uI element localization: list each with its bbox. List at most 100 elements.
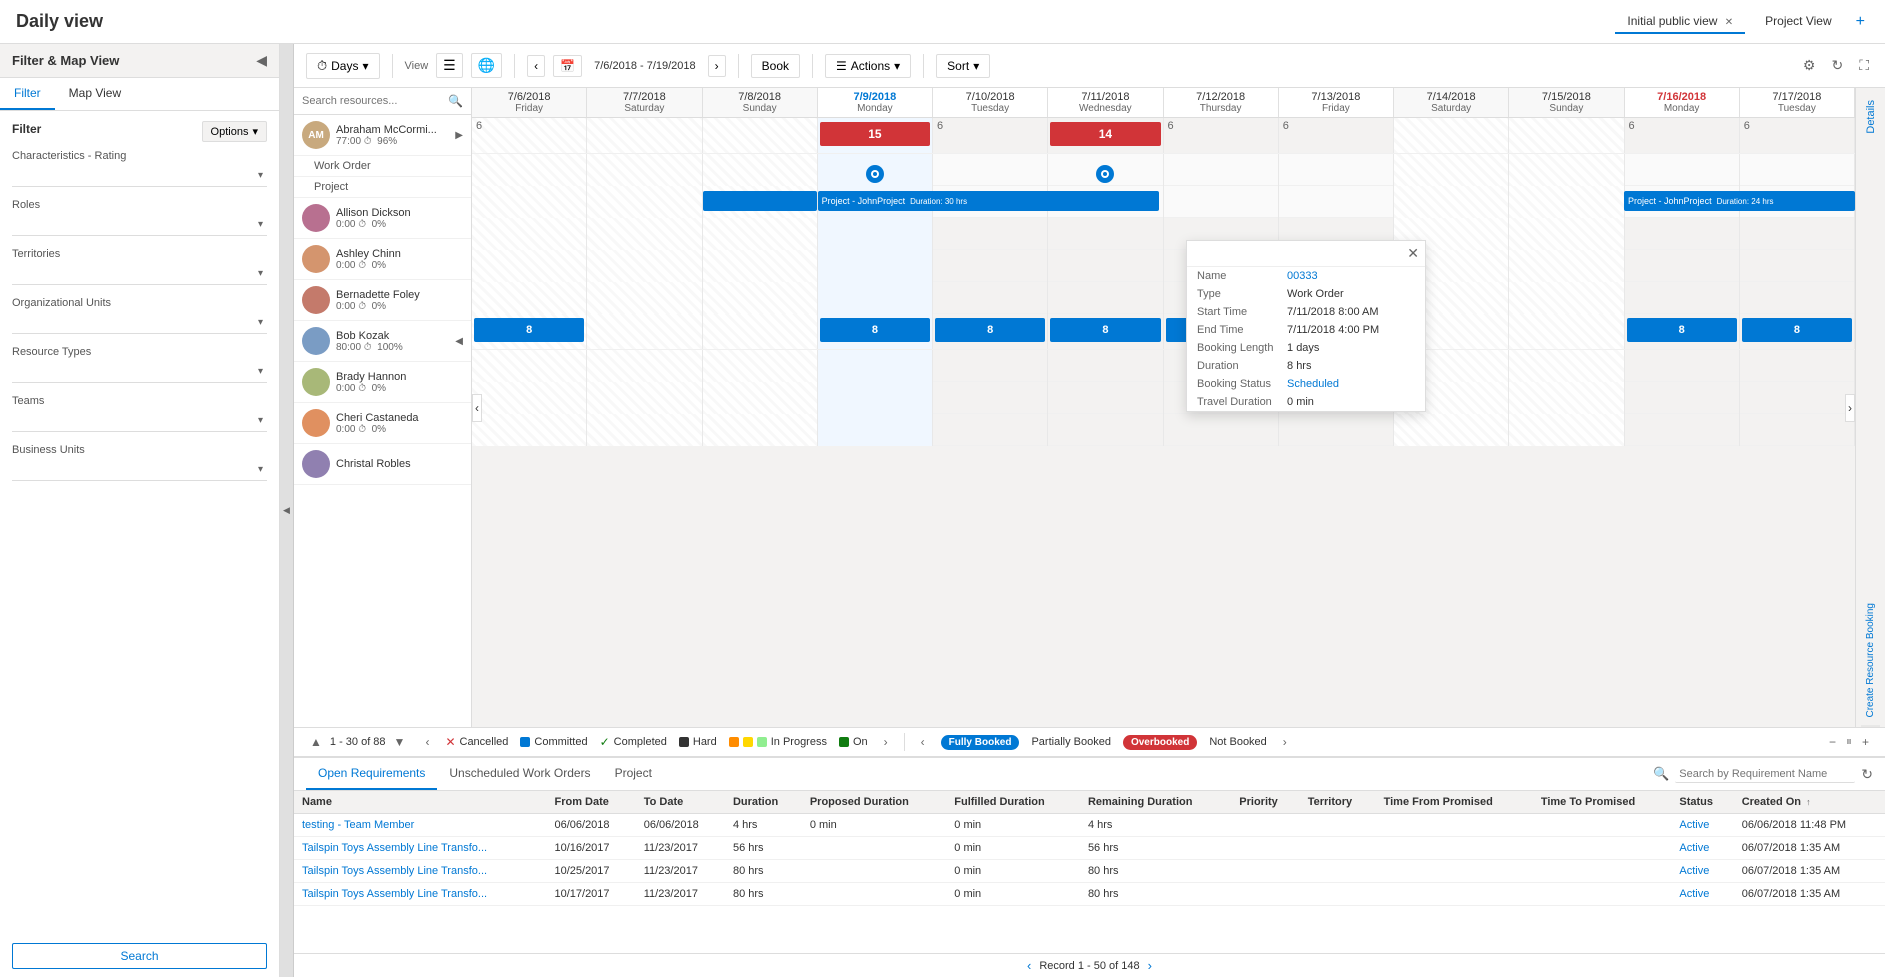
sort-button[interactable]: Sort ▾ [936,54,990,78]
row1-status-link[interactable]: Active [1679,819,1709,831]
popup-name-value[interactable]: 00333 [1287,270,1318,282]
bob-bar-3[interactable]: 8 [820,318,930,342]
search-icon[interactable]: 🔍 [448,94,463,108]
minus-button[interactable]: − [1825,734,1840,750]
cal-scroll-left[interactable]: ‹ [472,394,482,422]
tab-close-icon[interactable]: ✕ [1725,17,1733,28]
work-order-icon-monday[interactable] [866,165,884,183]
cal-scroll-right[interactable]: › [1845,394,1855,422]
bob-bar-11[interactable]: 8 [1742,318,1852,342]
col-territory[interactable]: Territory [1300,791,1376,814]
cal-bob-11[interactable]: 8 [1740,314,1855,349]
tab-open-requirements[interactable]: Open Requirements [306,758,437,790]
col-time-from-promised[interactable]: Time From Promised [1376,791,1533,814]
col-proposed-duration[interactable]: Proposed Duration [802,791,946,814]
col-duration[interactable]: Duration [725,791,802,814]
filter-territories-dropdown[interactable] [12,264,267,285]
resource-item-bernadette[interactable]: Bernadette Foley 0:00 ⏱ 0% [294,280,471,321]
resource-item-ashley[interactable]: Ashley Chinn 0:00 ⏱ 0% [294,239,471,280]
refresh-button[interactable]: ↻ [1861,766,1873,783]
fully-booked-button[interactable]: Fully Booked [941,735,1020,750]
requirement-search-input[interactable] [1675,766,1855,783]
sidebar-nav-map-view[interactable]: Map View [55,78,135,110]
work-order-icon-wednesday[interactable] [1096,165,1114,183]
filter-org-units-dropdown[interactable] [12,313,267,334]
status-prev-button[interactable]: ‹ [421,734,433,750]
resource-item-brady[interactable]: Brady Hannon 0:00 ⏱ 0% [294,362,471,403]
cal-wo-3[interactable] [818,154,933,186]
view-globe-button[interactable]: 🌐 [471,53,502,78]
project-bar-johnproject-1[interactable]: Project - JohnProject Duration: 30 hrs [818,191,1160,211]
booking-next-button[interactable]: › [1279,734,1291,750]
tab-initial-public-view[interactable]: Initial public view ✕ [1615,10,1745,34]
row2-name-link[interactable]: Tailspin Toys Assembly Line Transfo... [302,842,487,854]
tab-unscheduled-work-orders[interactable]: Unscheduled Work Orders [437,758,602,790]
resource-item-abraham[interactable]: AM Abraham McCormi... 77:00 ⏱ 96% ▶ [294,115,471,156]
tab-add-button[interactable]: + [1852,13,1869,31]
view-list-button[interactable]: ☰ [436,53,463,78]
cal-bob-4[interactable]: 8 [933,314,1048,349]
filter-options-button[interactable]: Options ▾ [202,121,267,142]
cal-bob-0[interactable]: 8 [472,314,587,349]
resource-item-bob[interactable]: Bob Kozak 80:00 ⏱ 100% ◀ [294,321,471,362]
record-prev-button[interactable]: ‹ [1027,958,1031,973]
pause-icon[interactable]: ⏸ [1846,734,1852,750]
book-button[interactable]: Book [751,54,800,78]
cal-cell-0-3[interactable]: 15 [818,118,933,153]
filter-characteristics-dropdown[interactable] [12,166,267,187]
cal-bob-10[interactable]: 8 [1625,314,1740,349]
col-fulfilled-duration[interactable]: Fulfilled Duration [946,791,1080,814]
expand-icon[interactable]: ⛶ [1855,55,1873,76]
popup-close-button[interactable]: ✕ [1407,245,1419,262]
plus-button[interactable]: + [1858,734,1873,750]
calendar-icon-button[interactable]: 📅 [553,55,582,77]
resource-item-christal[interactable]: Christal Robles [294,444,471,485]
days-button[interactable]: ⏱ Days ▾ [306,53,380,79]
row2-status-link[interactable]: Active [1679,842,1709,854]
nav-down-button[interactable]: ▼ [390,734,410,750]
sidebar-collapse-handle[interactable]: ◀ [280,44,294,977]
resource-search-input[interactable] [302,95,444,107]
col-to-date[interactable]: To Date [636,791,725,814]
date-next-button[interactable]: › [708,55,726,77]
tab-project[interactable]: Project [603,758,664,790]
sidebar-search-button[interactable]: Search [12,943,267,969]
filter-business-units-dropdown[interactable] [12,460,267,481]
resource-expand-bob[interactable]: ◀ [455,336,463,347]
booking-prev-button[interactable]: ‹ [917,734,929,750]
resource-item-allison[interactable]: Allison Dickson 0:00 ⏱ 0% [294,198,471,239]
resource-item-cheri[interactable]: Cheri Castaneda 0:00 ⏱ 0% [294,403,471,444]
status-next-button[interactable]: › [880,734,892,750]
date-prev-button[interactable]: ‹ [527,55,545,77]
cal-cell-0-5[interactable]: 14 [1048,118,1163,153]
row4-status-link[interactable]: Active [1679,888,1709,900]
sidebar-toggle-button[interactable]: ◀ [256,52,267,69]
col-remaining-duration[interactable]: Remaining Duration [1080,791,1231,814]
booking-bar-14[interactable]: 14 [1050,122,1160,146]
col-from-date[interactable]: From Date [546,791,635,814]
cal-bob-3[interactable]: 8 [818,314,933,349]
create-resource-booking-tab[interactable]: Create Resource Booking [1861,595,1880,727]
record-next-button[interactable]: › [1148,958,1152,973]
bob-bar-4[interactable]: 8 [935,318,1045,342]
cal-wo-5[interactable] [1048,154,1163,186]
filter-roles-dropdown[interactable] [12,215,267,236]
project-bar-small[interactable] [703,191,817,211]
sidebar-nav-filter[interactable]: Filter [0,78,55,110]
col-time-to-promised[interactable]: Time To Promised [1533,791,1672,814]
refresh-icon[interactable]: ↻ [1827,55,1847,76]
resource-expand-abraham[interactable]: ▶ [455,130,463,141]
overbooked-button[interactable]: Overbooked [1123,735,1197,750]
col-name[interactable]: Name [294,791,546,814]
popup-booking-status-value[interactable]: Scheduled [1287,378,1339,390]
nav-up-button[interactable]: ▲ [306,734,326,750]
cal-bob-5[interactable]: 8 [1048,314,1163,349]
bob-bar-10[interactable]: 8 [1627,318,1737,342]
booking-bar-15[interactable]: 15 [820,122,930,146]
details-tab[interactable]: Details [1861,88,1881,146]
col-status[interactable]: Status [1671,791,1733,814]
row3-status-link[interactable]: Active [1679,865,1709,877]
row3-name-link[interactable]: Tailspin Toys Assembly Line Transfo... [302,865,487,877]
row1-name-link[interactable]: testing - Team Member [302,819,414,831]
tab-project-view[interactable]: Project View [1753,10,1843,34]
